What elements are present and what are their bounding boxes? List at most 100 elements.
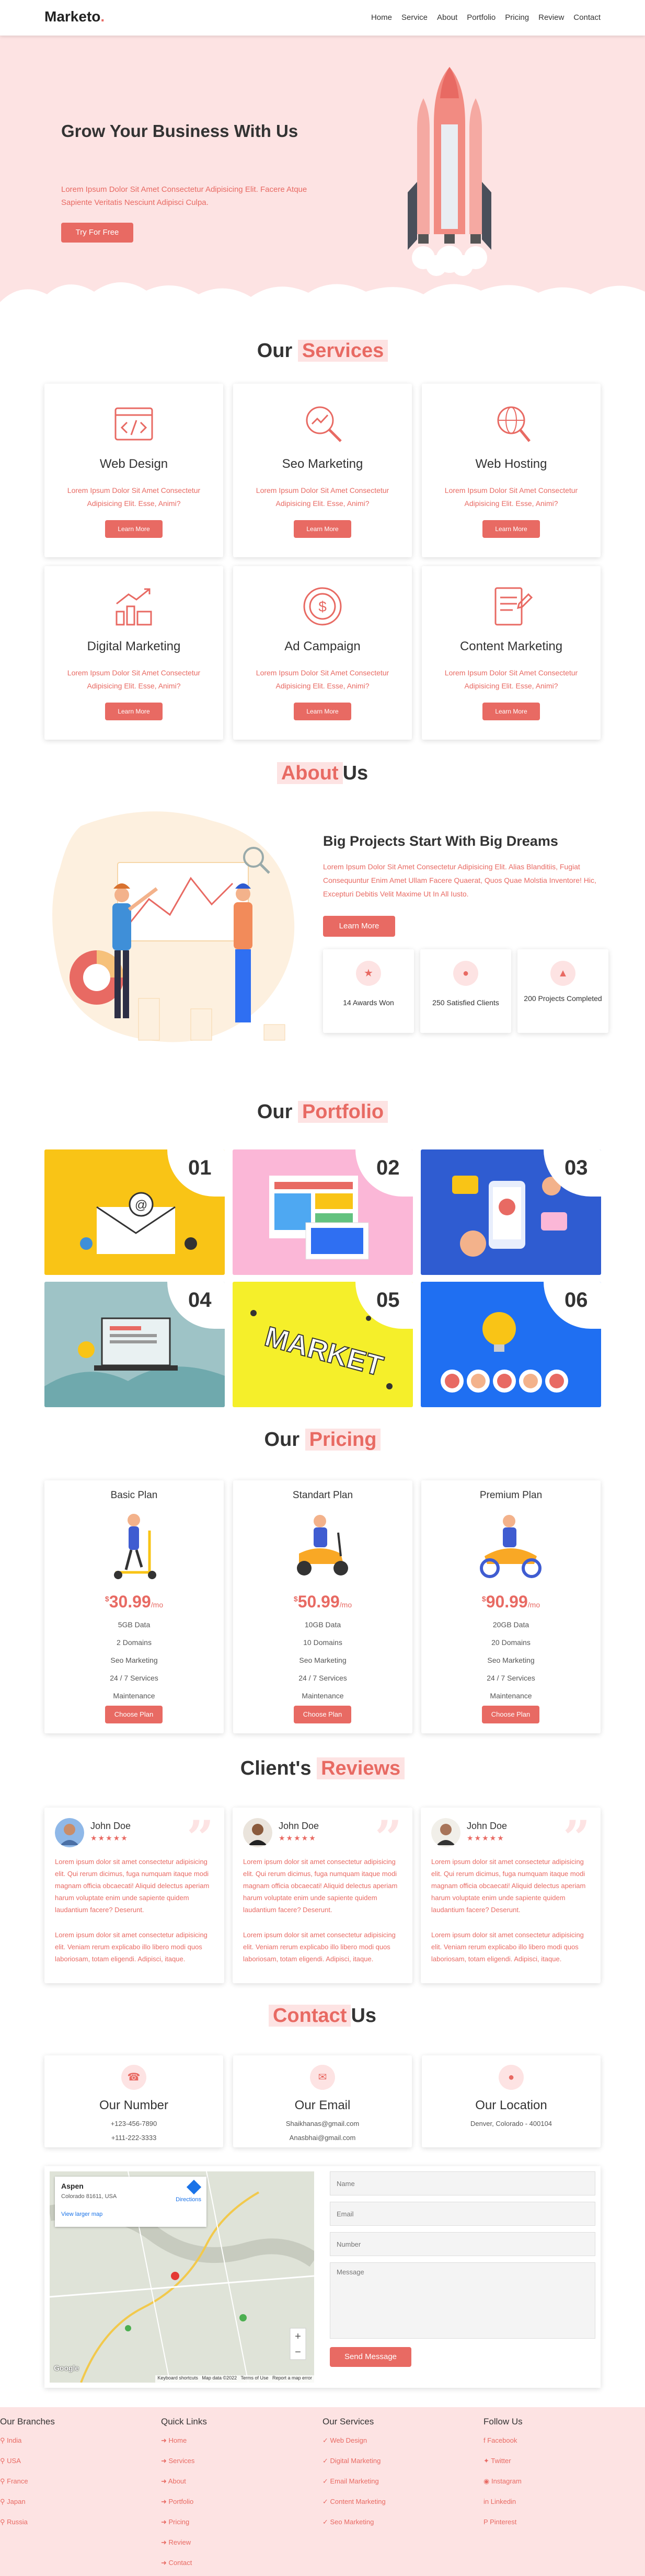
footer-service[interactable]: ✓ Web Design bbox=[322, 2430, 474, 2451]
price-period: /mo bbox=[339, 1601, 352, 1609]
choose-plan-button[interactable]: Choose Plan bbox=[294, 1706, 351, 1723]
footer-social-link[interactable]: f Facebook bbox=[483, 2430, 635, 2451]
review-card: John Doe ★★★★★ ” Lorem ipsum dolor sit a… bbox=[421, 1808, 601, 1983]
footer-service[interactable]: ✓ Digital Marketing bbox=[322, 2451, 474, 2471]
footer-link[interactable]: ➜ Contact bbox=[161, 2552, 313, 2573]
check-icon: ✓ bbox=[322, 2477, 330, 2485]
about-learn-more-button[interactable]: Learn More bbox=[323, 916, 395, 937]
footer-social-link[interactable]: ✦ Twitter bbox=[483, 2451, 635, 2471]
portfolio-item[interactable]: 03 bbox=[421, 1149, 601, 1275]
reviews-title-a: Client's bbox=[240, 1757, 312, 1779]
nav-portfolio[interactable]: Portfolio bbox=[467, 13, 496, 22]
plan-feature: 2 Domains bbox=[117, 1638, 152, 1647]
footer-link-label: Pinterest bbox=[490, 2518, 517, 2526]
plan-feature: 5GB Data bbox=[118, 1620, 151, 1629]
number-field[interactable] bbox=[330, 2232, 595, 2256]
learn-more-button[interactable]: Learn More bbox=[105, 703, 163, 720]
nav-contact[interactable]: Contact bbox=[573, 13, 601, 22]
footer-social-link[interactable]: ◉ Instagram bbox=[483, 2471, 635, 2491]
footer-link-label: Portfolio bbox=[168, 2498, 194, 2505]
directions-link[interactable]: Directions bbox=[176, 2196, 201, 2203]
footer-link[interactable]: ➜ Services bbox=[161, 2451, 313, 2471]
nav-about[interactable]: About bbox=[437, 13, 457, 22]
footer-link-label: Linkedin bbox=[490, 2498, 516, 2505]
learn-more-button[interactable]: Learn More bbox=[105, 520, 163, 538]
footer-branch[interactable]: ⚲ Japan bbox=[0, 2491, 152, 2512]
map-marker-icon: ⚲ bbox=[0, 2477, 7, 2485]
nav-pricing[interactable]: Pricing bbox=[505, 13, 529, 22]
logo[interactable]: Marketo. bbox=[44, 8, 105, 25]
plan-price: $90.99/mo bbox=[421, 1592, 601, 1612]
footer-link[interactable]: ➜ About bbox=[161, 2471, 313, 2491]
map-attribution[interactable]: Keyboard shortcuts Map data ©2022 Terms … bbox=[155, 2375, 314, 2383]
footer-link-label: Russia bbox=[7, 2518, 28, 2526]
embedded-map[interactable]: + − Aspen Colorado 81611, USA View large… bbox=[50, 2171, 314, 2383]
pinterest-icon: P bbox=[483, 2518, 490, 2526]
service-card: $ Ad Campaign Lorem Ipsum Dolor Sit Amet… bbox=[233, 566, 412, 740]
learn-more-button[interactable]: Learn More bbox=[482, 703, 540, 720]
contact-line[interactable]: Anasbhai@gmail.com bbox=[233, 2134, 412, 2142]
service-desc: Lorem Ipsum Dolor Sit Amet Consectetur A… bbox=[444, 669, 578, 690]
footer-link[interactable]: ➜ Portfolio bbox=[161, 2491, 313, 2512]
send-message-button[interactable]: Send Message bbox=[330, 2347, 411, 2367]
footer-link[interactable]: ➜ Pricing bbox=[161, 2512, 313, 2532]
portfolio-item[interactable]: @ 01 bbox=[44, 1149, 225, 1275]
nav-service[interactable]: Service bbox=[401, 13, 428, 22]
contact-title-b: Us bbox=[351, 2005, 377, 2027]
learn-more-button[interactable]: Learn More bbox=[482, 520, 540, 538]
footer-social-link[interactable]: P Pinterest bbox=[483, 2512, 635, 2532]
footer-service[interactable]: ✓ Content Marketing bbox=[322, 2491, 474, 2512]
choose-plan-button[interactable]: Choose Plan bbox=[105, 1706, 163, 1723]
footer-link-label: About bbox=[168, 2477, 186, 2485]
portfolio-item[interactable]: 02 bbox=[233, 1149, 413, 1275]
choose-plan-button[interactable]: Choose Plan bbox=[482, 1706, 539, 1723]
try-free-button[interactable]: Try For Free bbox=[61, 223, 133, 243]
award-icon: ★ bbox=[356, 961, 381, 986]
plan-feature: 10GB Data bbox=[304, 1620, 341, 1629]
service-title: Seo Marketing bbox=[282, 457, 363, 471]
services-title: Our Services bbox=[0, 340, 645, 362]
arrow-right-icon: ➜ bbox=[161, 2477, 168, 2485]
contact-card: ☎ Our Number +123-456-7890 +111-222-3333 bbox=[44, 2055, 223, 2147]
star-rating: ★★★★★ bbox=[467, 1834, 505, 1842]
map-marker-icon: ⚲ bbox=[0, 2457, 7, 2465]
stat-card: ● 250 Satisfied Clients bbox=[420, 949, 511, 1033]
stat-card: ▲ 200 Projects Completed bbox=[517, 949, 608, 1033]
name-field[interactable] bbox=[330, 2171, 595, 2195]
scooter-rider-illustration bbox=[297, 1515, 348, 1576]
portfolio-item[interactable]: 06 bbox=[421, 1282, 601, 1407]
contact-line[interactable]: +123-456-7890 bbox=[44, 2120, 223, 2128]
plan-feature: Seo Marketing bbox=[110, 1656, 158, 1664]
services-title-a: Our bbox=[257, 340, 293, 362]
learn-more-button[interactable]: Learn More bbox=[294, 703, 351, 720]
portfolio-item[interactable]: MARKET 05 bbox=[233, 1282, 413, 1407]
star-rating: ★★★★★ bbox=[90, 1834, 129, 1842]
logo-text: Marketo bbox=[44, 8, 101, 25]
contact-line[interactable]: +111-222-3333 bbox=[44, 2134, 223, 2142]
about-title: About Us bbox=[0, 762, 645, 785]
nav-review[interactable]: Review bbox=[538, 13, 564, 22]
email-field[interactable] bbox=[330, 2202, 595, 2226]
stat-label: 14 Awards Won bbox=[343, 998, 394, 1007]
footer-branch[interactable]: ⚲ USA bbox=[0, 2451, 152, 2471]
footer-link[interactable]: ➜ Home bbox=[161, 2430, 313, 2451]
contact-line[interactable]: Shaikhanas@gmail.com bbox=[233, 2120, 412, 2128]
footer-branch[interactable]: ⚲ France bbox=[0, 2471, 152, 2491]
learn-more-button[interactable]: Learn More bbox=[294, 520, 351, 538]
footer-branch[interactable]: ⚲ India bbox=[0, 2430, 152, 2451]
scooter-kid-illustration bbox=[114, 1514, 156, 1579]
price-period: /mo bbox=[527, 1601, 540, 1609]
portfolio-item[interactable]: 04 bbox=[44, 1282, 225, 1407]
footer-link[interactable]: ➜ Review bbox=[161, 2532, 313, 2552]
view-larger-map-link[interactable]: View larger map bbox=[61, 2211, 102, 2217]
main-nav: Home Service About Portfolio Pricing Rev… bbox=[371, 13, 601, 22]
directions-icon[interactable] bbox=[186, 2179, 202, 2195]
footer-service[interactable]: ✓ Email Marketing bbox=[322, 2471, 474, 2491]
message-field[interactable] bbox=[330, 2262, 595, 2339]
nav-home[interactable]: Home bbox=[371, 13, 392, 22]
footer-branch[interactable]: ⚲ Russia bbox=[0, 2512, 152, 2532]
check-icon: ✓ bbox=[322, 2457, 330, 2465]
footer-social-link[interactable]: in Linkedin bbox=[483, 2491, 635, 2512]
footer-service[interactable]: ✓ Seo Marketing bbox=[322, 2512, 474, 2532]
stat-label: 250 Satisfied Clients bbox=[432, 998, 499, 1007]
